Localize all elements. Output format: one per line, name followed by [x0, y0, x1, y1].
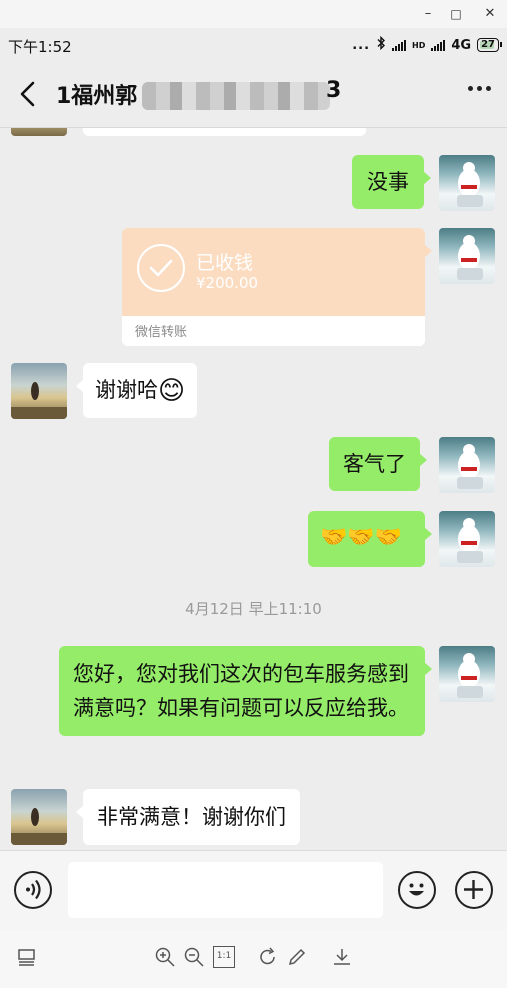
person-avatar-icon — [11, 808, 67, 845]
message-timestamp: 4月12日 早上11:10 — [185, 600, 322, 618]
chat-input-bar — [0, 850, 507, 930]
message-list[interactable]: 没事 已收钱 ¥200.00 微信转账 谢谢哈😊 客气了 🤝🤝🤝 4月12日 早… — [0, 128, 507, 850]
phone-screenshot-window: – □ ✕ 下午1:52 ... HD 4G 27 1福州郭 3 没事 已收钱 … — [0, 0, 507, 988]
bear-avatar-icon — [457, 518, 483, 563]
notification-dots: ... — [352, 37, 371, 53]
signal-icon — [392, 39, 407, 51]
my-avatar[interactable] — [439, 511, 495, 567]
message-text: 谢谢哈 — [95, 378, 158, 402]
zoom-in-icon[interactable] — [154, 946, 176, 968]
bear-avatar-icon — [457, 444, 483, 489]
close-button[interactable]: ✕ — [478, 3, 502, 25]
signal-icon-2 — [431, 39, 446, 51]
download-icon[interactable] — [331, 946, 353, 968]
handshake-emoji-bubble[interactable]: 🤝🤝🤝 — [308, 511, 432, 567]
chat-title: 1福州郭 — [56, 84, 138, 109]
redacted-name-block — [142, 82, 330, 110]
smile-emoji: 😊 — [158, 376, 186, 406]
message-bubble[interactable]: 没事 — [352, 155, 431, 209]
actual-size-button[interactable]: 1:1 — [213, 946, 235, 968]
transfer-amount: ¥200.00 — [196, 274, 259, 292]
transfer-card[interactable]: 已收钱 ¥200.00 微信转账 — [122, 228, 432, 346]
window-title-bar: – □ ✕ — [0, 0, 507, 28]
person-avatar-icon — [11, 382, 67, 419]
status-time: 下午1:52 — [8, 38, 72, 56]
back-arrow-icon[interactable] — [16, 80, 42, 108]
bluetooth-icon — [376, 35, 386, 54]
network-type: 4G — [451, 37, 472, 53]
message-bubble[interactable]: 谢谢哈😊 — [75, 363, 198, 418]
transfer-footer: 微信转账 — [122, 316, 425, 346]
chat-header: 1福州郭 3 — [0, 60, 507, 128]
plus-icon[interactable] — [455, 871, 493, 909]
chat-title-suffix: 3 — [326, 78, 342, 103]
hd-label: HD — [412, 40, 426, 50]
contact-avatar[interactable] — [11, 128, 67, 136]
transfer-status: 已收钱 — [196, 252, 254, 274]
my-avatar[interactable] — [439, 646, 495, 702]
viewer-toolbar: 1:1 — [0, 930, 507, 988]
message-bubble[interactable]: 非常满意！谢谢你们 — [76, 789, 300, 845]
message-input[interactable] — [68, 862, 383, 918]
thumbnail-icon[interactable] — [16, 946, 38, 968]
contact-avatar[interactable] — [11, 789, 67, 845]
edit-pencil-icon[interactable] — [286, 946, 308, 968]
battery-icon: 27 — [477, 38, 502, 52]
battery-level: 27 — [481, 39, 495, 50]
more-icon[interactable] — [468, 86, 491, 91]
check-icon — [137, 244, 185, 292]
zoom-out-icon[interactable] — [183, 946, 205, 968]
voice-icon[interactable] — [14, 871, 52, 909]
bear-avatar-icon — [457, 235, 483, 280]
my-avatar[interactable] — [439, 437, 495, 493]
bear-avatar-icon — [457, 162, 483, 207]
message-bubble-partial — [83, 128, 366, 136]
my-avatar[interactable] — [439, 155, 495, 211]
status-icons: ... HD 4G 27 — [352, 35, 502, 54]
contact-avatar[interactable] — [11, 363, 67, 419]
minimize-button[interactable]: – — [416, 3, 440, 25]
transfer-card-top: 已收钱 ¥200.00 — [122, 228, 425, 316]
bear-avatar-icon — [457, 653, 483, 698]
rotate-icon[interactable] — [257, 946, 279, 968]
message-bubble[interactable]: 客气了 — [329, 437, 427, 491]
status-bar: 下午1:52 ... HD 4G 27 — [0, 28, 507, 60]
maximize-button[interactable]: □ — [444, 3, 468, 25]
my-avatar[interactable] — [439, 228, 495, 284]
message-bubble[interactable]: 您好，您对我们这次的包车服务感到满意吗？如果有问题可以反应给我。 — [59, 646, 432, 736]
emoji-icon[interactable] — [398, 871, 436, 909]
